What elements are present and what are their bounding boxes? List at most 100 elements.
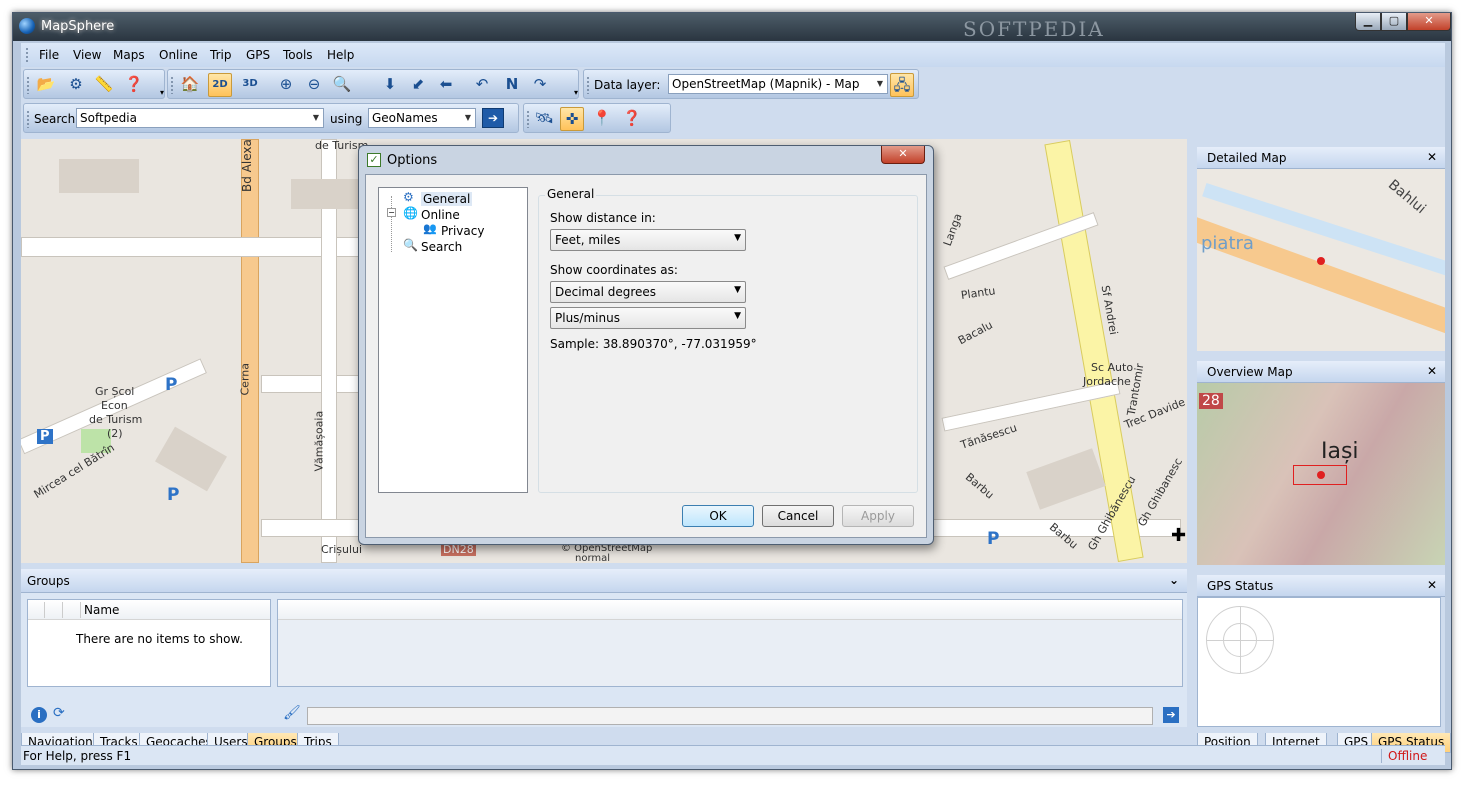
menu-help[interactable]: Help [327, 48, 354, 62]
search-provider-select[interactable]: GeoNames ▼ [368, 108, 476, 128]
group-command-input[interactable] [307, 707, 1153, 725]
tree-line [391, 196, 392, 252]
home-icon[interactable]: 🏠 [178, 73, 202, 97]
open-folder-icon[interactable]: 📂 [34, 73, 58, 97]
title-bar: MapSphere SOFTPEDIA ▁ ▢ ✕ [13, 13, 1451, 41]
help-dropdown-icon[interactable]: ❓ [620, 107, 644, 131]
chevron-down-icon[interactable]: ⌄ [1169, 573, 1179, 587]
maximize-button[interactable]: ▢ [1381, 13, 1407, 31]
rotate-right-icon[interactable]: ↷ [528, 73, 552, 97]
empty-list-message: There are no items to show. [76, 632, 243, 646]
map-road-label: 28 [1199, 393, 1223, 409]
execute-arrow-icon[interactable]: ➔ [1163, 707, 1179, 723]
options-dialog: ✓ Options ✕ ⚙ General − 🌐 Online 👥 Priva… [358, 145, 934, 545]
distance-select[interactable]: Feet, miles ▼ [550, 229, 746, 251]
ok-button[interactable]: OK [682, 505, 754, 527]
dialog-close-button[interactable]: ✕ [881, 146, 925, 164]
ruler-icon[interactable]: 📏 [92, 73, 116, 97]
info-icon[interactable]: i [31, 707, 47, 723]
coords-format-select[interactable]: Decimal degrees ▼ [550, 281, 746, 303]
settings-gear-icon[interactable]: ⚙ [64, 73, 88, 97]
gps-status-title: GPS Status [1207, 579, 1274, 593]
group-title: General [545, 187, 597, 201]
minimize-button[interactable]: ▁ [1355, 13, 1381, 31]
menu-trip[interactable]: Trip [210, 48, 231, 62]
map-label: Bd Alexandri [240, 139, 254, 192]
menu-file[interactable]: File [39, 48, 59, 62]
group-details-area [277, 599, 1183, 687]
toolbar-grip[interactable] [26, 76, 30, 94]
zoom-out-icon[interactable]: ⊖ [302, 73, 326, 97]
data-layer-select[interactable]: OpenStreetMap (Mapnik) - Map ▼ [668, 74, 888, 94]
view-2d-button[interactable]: 2D [208, 73, 232, 97]
layer-settings-icon[interactable]: 🖧 [890, 73, 914, 97]
refresh-icon[interactable]: ⟳ [53, 705, 65, 721]
brush-icon[interactable]: 🖌 [283, 705, 301, 721]
map-label: Crișului [321, 543, 363, 556]
map-building [59, 159, 139, 193]
tree-item-privacy[interactable]: Privacy [441, 224, 484, 238]
toolbar-grip[interactable] [26, 110, 30, 128]
menu-maps[interactable]: Maps [113, 48, 145, 62]
arrow-left-icon[interactable]: ⬅ [434, 73, 458, 97]
overview-map-header: Overview Map ✕ [1197, 361, 1445, 383]
close-icon[interactable]: ✕ [1427, 578, 1437, 592]
view-3d-button[interactable]: 3D [238, 73, 262, 97]
pin-icon[interactable]: 📍 [590, 107, 614, 131]
toolbar-map: 🏠 2D 3D ⊕ ⊖ 🔍 ⬇ ⬋ ⬅ ↶ N ↷ ▾ [167, 69, 579, 99]
chevron-down-icon: ▼ [734, 311, 741, 321]
window-title: MapSphere [41, 19, 115, 34]
cancel-button[interactable]: Cancel [762, 505, 834, 527]
tree-collapse-icon[interactable]: − [387, 208, 396, 217]
groups-list[interactable]: Name There are no items to show. [27, 599, 271, 687]
menu-view[interactable]: View [73, 48, 101, 62]
toolbar-grip[interactable] [526, 110, 530, 128]
search-go-button[interactable]: ➔ [482, 108, 504, 128]
arrow-down-left-icon[interactable]: ⬋ [406, 73, 430, 97]
close-window-button[interactable]: ✕ [1407, 13, 1451, 31]
close-icon[interactable]: ✕ [1427, 364, 1437, 378]
rotate-left-icon[interactable]: ↶ [470, 73, 494, 97]
menu-tools[interactable]: Tools [283, 48, 313, 62]
menu-gps[interactable]: GPS [246, 48, 270, 62]
toolbar-overflow-icon[interactable]: ▾ [574, 88, 578, 97]
zoom-in-icon[interactable]: ⊕ [274, 73, 298, 97]
menu-grip[interactable] [25, 47, 29, 63]
coords-label: Show coordinates as: [550, 263, 678, 277]
crosshair-icon[interactable]: ✜ [560, 107, 584, 131]
parking-icon: P [167, 485, 180, 505]
sample-text: Sample: 38.890370°, -77.031959° [550, 337, 757, 351]
tree-item-search[interactable]: Search [421, 240, 462, 254]
download-icon[interactable]: ⬇ [378, 73, 402, 97]
north-icon[interactable]: N [500, 73, 524, 97]
search-input[interactable]: Softpedia ▼ [76, 108, 324, 128]
app-logo-icon [19, 18, 35, 34]
map-label: de Turism [89, 413, 143, 426]
detailed-map-view[interactable]: piatra Bahlui [1197, 169, 1445, 351]
parking-icon: P [37, 429, 53, 444]
options-tree: ⚙ General − 🌐 Online 👥 Privacy 🔍 Search [378, 187, 528, 493]
column-name[interactable]: Name [84, 603, 119, 617]
close-icon[interactable]: ✕ [1427, 150, 1437, 164]
help-icon[interactable]: ❓ [122, 73, 146, 97]
tree-item-general[interactable]: General [421, 192, 473, 206]
gps-status-header: GPS Status ✕ [1197, 575, 1445, 597]
tree-item-online[interactable]: Online [421, 208, 460, 222]
chevron-down-icon: ▼ [734, 285, 741, 295]
toolbar-overflow-icon[interactable]: ▾ [160, 88, 164, 97]
parking-icon: P [987, 529, 1000, 549]
overview-map-view[interactable]: Iași 28 [1197, 383, 1445, 565]
toolbar-grip[interactable] [170, 76, 174, 94]
chevron-down-icon: ▼ [734, 233, 741, 243]
menu-online[interactable]: Online [159, 48, 198, 62]
coords-sign-select[interactable]: Plus/minus ▼ [550, 307, 746, 329]
toolbar-search: Search Softpedia ▼ using GeoNames ▼ ➔ [23, 103, 519, 133]
toolbar-grip[interactable] [586, 76, 590, 94]
gps-status-view [1197, 597, 1441, 727]
gear-icon: ⚙ [403, 190, 414, 204]
satellite-icon[interactable]: 🛰 [532, 107, 556, 131]
zoom-search-icon[interactable]: 🔍 [330, 73, 354, 97]
apply-button[interactable]: Apply [842, 505, 914, 527]
detailed-map-title: Detailed Map [1207, 151, 1287, 165]
map-label: Econ [101, 399, 128, 412]
